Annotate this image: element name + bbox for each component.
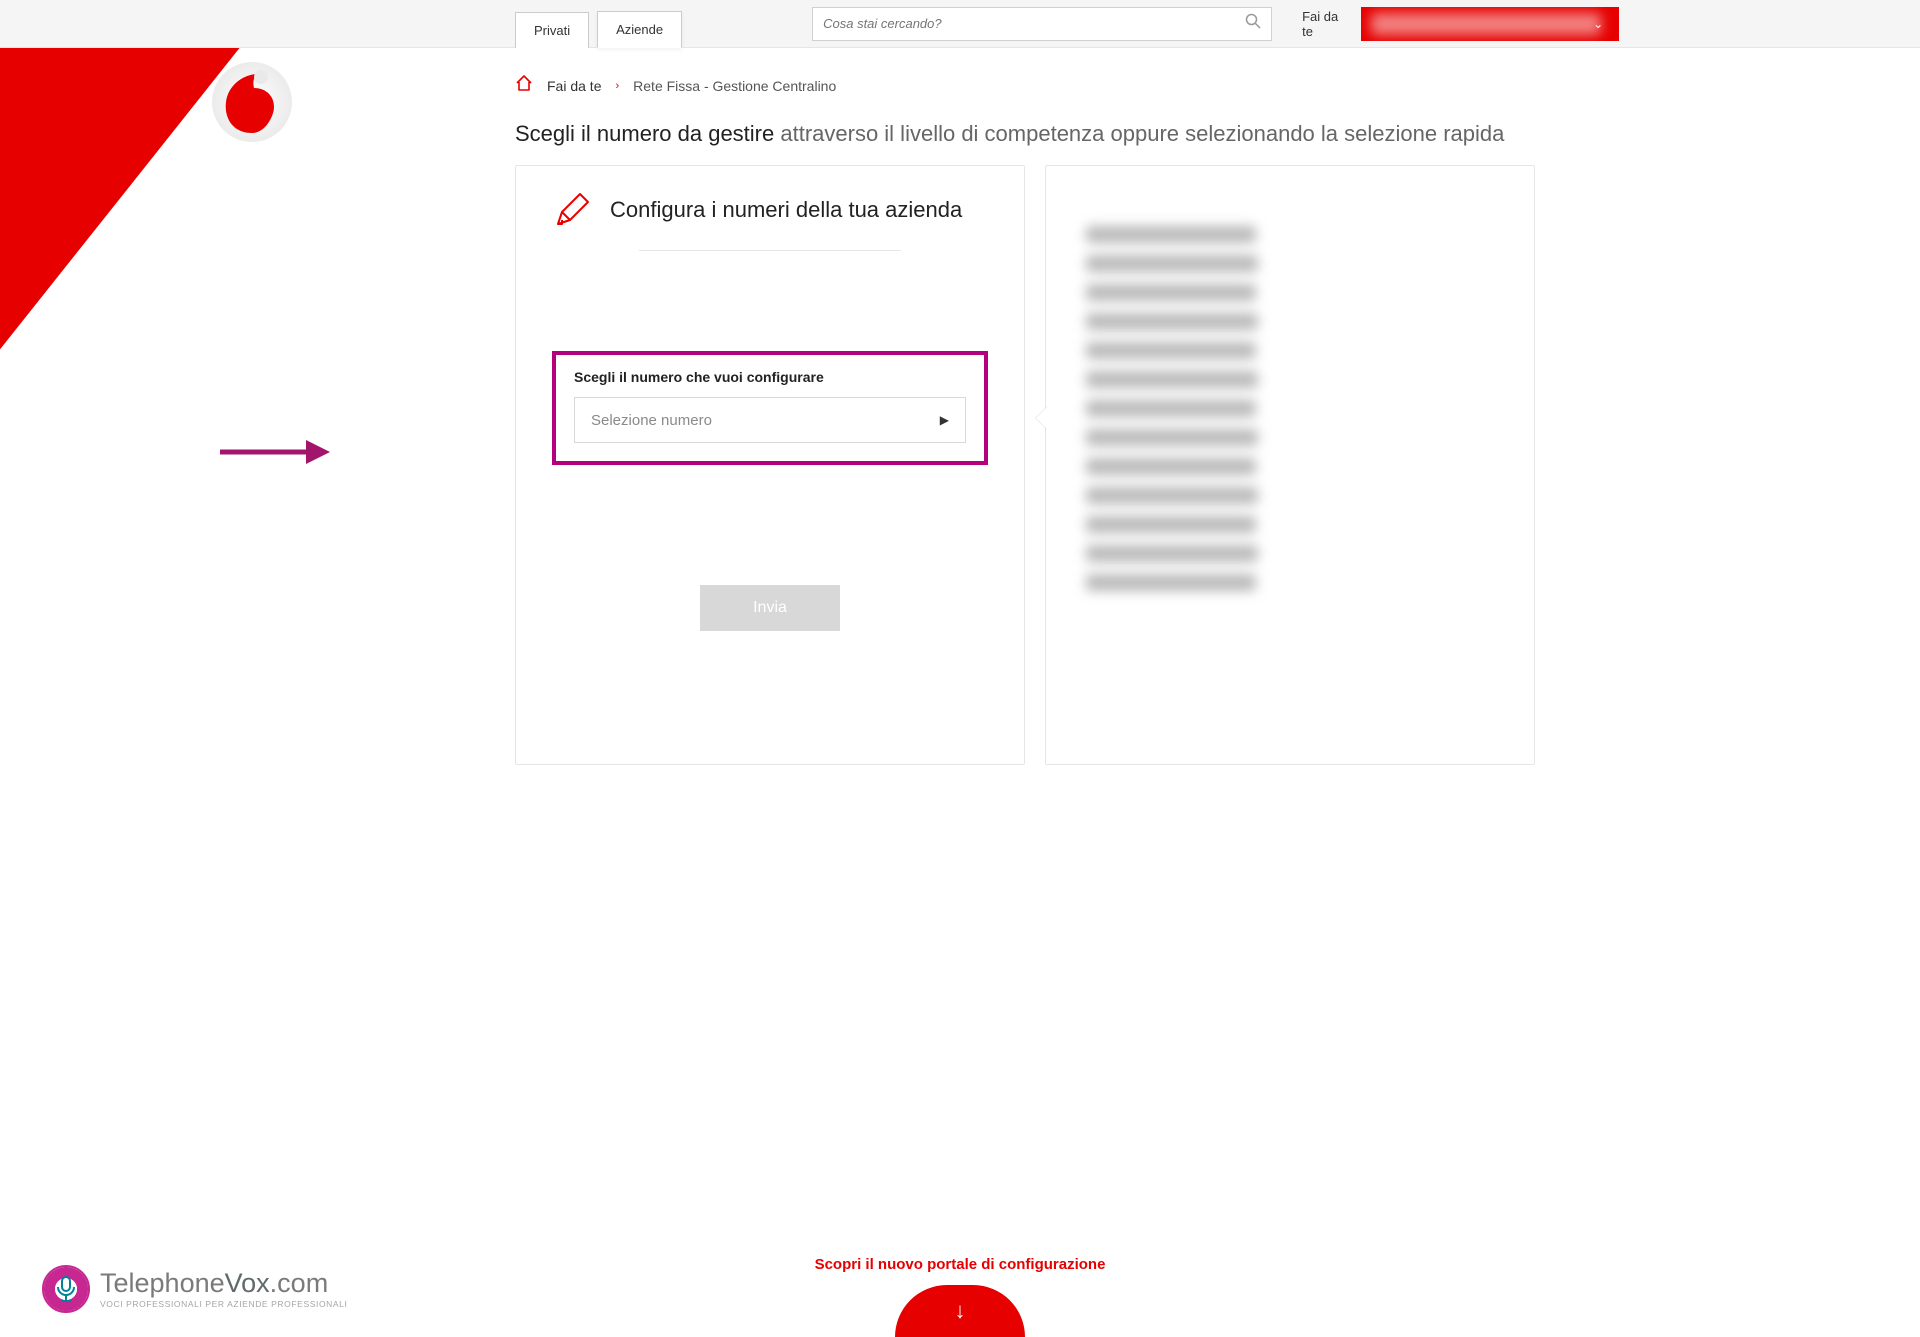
watermark-tagline: VOCI PROFESSIONALI PER AZIENDE PROFESSIO… <box>100 1300 347 1309</box>
breadcrumb-separator: › <box>615 80 619 92</box>
selector-label: Scegli il numero che vuoi configurare <box>574 369 966 385</box>
redacted-account <box>1371 13 1601 35</box>
pencil-icon <box>552 190 592 230</box>
list-item[interactable] <box>1086 313 1258 330</box>
list-item[interactable] <box>1086 429 1258 446</box>
breadcrumb-current: Rete Fissa - Gestione Centralino <box>633 78 836 94</box>
heading-rest: attraverso il livello di competenza oppu… <box>774 121 1504 146</box>
tab-aziende[interactable]: Aziende <box>597 11 682 48</box>
submit-button[interactable]: Invia <box>700 585 840 631</box>
watermark-brand-b: Vox <box>225 1268 270 1298</box>
number-selector[interactable]: Selezione numero ▶ <box>574 397 966 443</box>
selector-placeholder: Selezione numero <box>591 412 712 429</box>
faidate-label: Fai da te <box>1302 9 1347 39</box>
breadcrumb: Fai da te › Rete Fissa - Gestione Centra… <box>385 48 1535 97</box>
heading-bold: Scegli il numero da gestire <box>515 121 774 146</box>
list-item[interactable] <box>1086 516 1256 533</box>
list-item[interactable] <box>1086 487 1258 504</box>
list-item[interactable] <box>1086 371 1258 388</box>
account-dropdown[interactable]: ⌄ <box>1361 7 1619 41</box>
caret-right-icon: ▶ <box>940 413 949 427</box>
page-heading: Scegli il numero da gestire attraverso i… <box>385 97 1535 165</box>
list-item[interactable] <box>1086 284 1256 301</box>
watermark-brand-c: .com <box>270 1268 329 1298</box>
configure-card: Configura i numeri della tua azienda Sce… <box>515 165 1025 765</box>
search-input[interactable] <box>823 16 1245 31</box>
list-item[interactable] <box>1086 255 1258 272</box>
list-item[interactable] <box>1086 400 1256 417</box>
tab-privati[interactable]: Privati <box>515 12 589 48</box>
mic-icon <box>42 1265 90 1313</box>
list-item[interactable] <box>1086 342 1256 359</box>
vodafone-logo <box>210 60 294 144</box>
numbers-list <box>1086 226 1494 591</box>
annotation-arrow <box>220 438 330 466</box>
list-item[interactable] <box>1086 545 1258 562</box>
list-item[interactable] <box>1086 574 1256 591</box>
list-item[interactable] <box>1086 458 1256 475</box>
search-box[interactable] <box>812 7 1272 41</box>
topbar: Privati Aziende Fai da te ⌄ <box>0 0 1920 48</box>
numbers-list-card <box>1045 165 1535 765</box>
watermark-brand-a: Telephone <box>100 1268 225 1298</box>
card-title: Configura i numeri della tua azienda <box>610 197 962 223</box>
search-icon[interactable] <box>1245 13 1261 34</box>
home-icon[interactable] <box>515 74 533 97</box>
breadcrumb-home[interactable]: Fai da te <box>547 78 601 94</box>
scroll-down-button[interactable]: ↓ <box>895 1285 1025 1337</box>
brand-triangle <box>0 0 292 372</box>
number-config-highlight: Scegli il numero che vuoi configurare Se… <box>552 351 988 465</box>
arrow-down-icon: ↓ <box>955 1298 966 1324</box>
watermark-logo: TelephoneVox.com VOCI PROFESSIONALI PER … <box>42 1265 347 1313</box>
divider <box>639 250 901 251</box>
list-item[interactable] <box>1086 226 1256 243</box>
